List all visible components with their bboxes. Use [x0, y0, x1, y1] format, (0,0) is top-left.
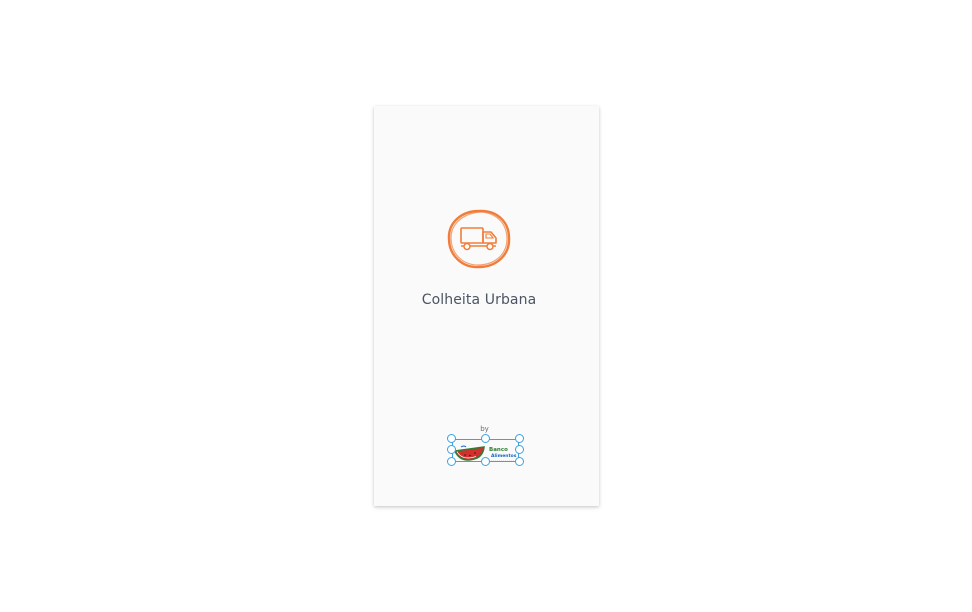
editor-canvas: Colheita Urbana by Banco Alimentos [0, 0, 972, 612]
resize-handle-top-left[interactable] [447, 434, 456, 443]
resize-handle-bottom-middle[interactable] [481, 457, 490, 466]
resize-handle-bottom-right[interactable] [515, 457, 524, 466]
resize-handle-top-right[interactable] [515, 434, 524, 443]
app-name: Colheita Urbana [421, 292, 537, 308]
delivery-truck-icon[interactable] [446, 208, 512, 270]
resize-handle-middle-left[interactable] [447, 445, 456, 454]
by-label: by [480, 425, 489, 433]
resize-handle-middle-right[interactable] [515, 445, 524, 454]
resize-handle-top-middle[interactable] [481, 434, 490, 443]
resize-handle-bottom-left[interactable] [447, 457, 456, 466]
splash-screen-preview[interactable]: Colheita Urbana by Banco Alimentos [374, 106, 599, 506]
logo-text-line2: Alimentos [491, 453, 517, 459]
logo-text-line1: Banco [489, 447, 508, 453]
